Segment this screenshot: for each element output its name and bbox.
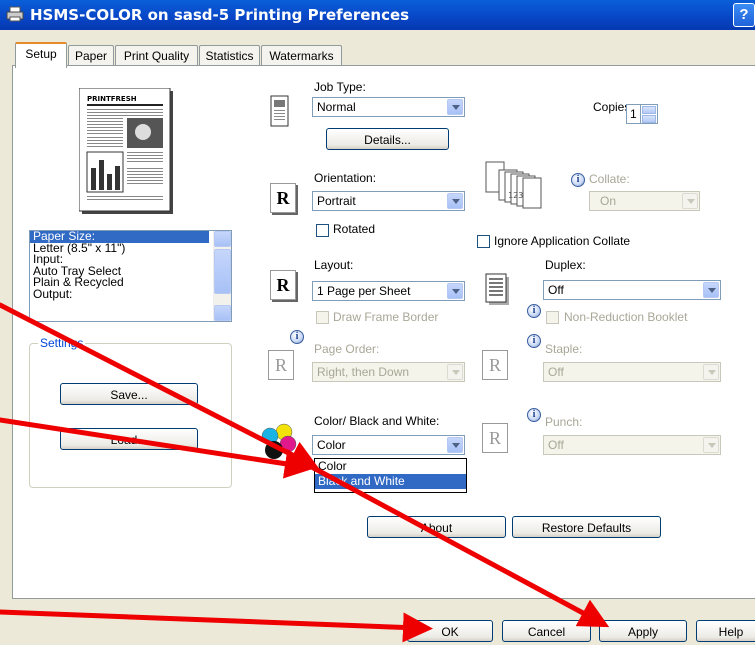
- collate-info-icon[interactable]: i: [571, 173, 585, 187]
- list-item[interactable]: Output:: [30, 288, 231, 301]
- booklet-label: Non-Reduction Booklet: [564, 310, 688, 324]
- help-button[interactable]: Help: [696, 620, 755, 642]
- color-mode-label: Color/ Black and White:: [314, 414, 440, 428]
- chevron-down-icon[interactable]: [703, 364, 719, 380]
- duplex-value: Off: [548, 283, 564, 297]
- job-type-icon: [270, 95, 289, 127]
- collate-value: On: [600, 194, 617, 208]
- color-icon: [261, 423, 297, 459]
- spin-down-icon[interactable]: [642, 115, 656, 123]
- orientation-value: Portrait: [317, 194, 356, 208]
- settings-group-label: Settings: [38, 336, 86, 350]
- chevron-down-icon[interactable]: [447, 99, 463, 115]
- settings-summary-list[interactable]: Paper Size: Letter (8.5" x 11") Input: A…: [29, 230, 232, 322]
- load-button[interactable]: Load...: [60, 428, 198, 450]
- ok-button[interactable]: OK: [407, 620, 493, 642]
- staple-info-icon[interactable]: i: [527, 334, 541, 348]
- job-type-label: Job Type:: [314, 80, 366, 94]
- duplex-label: Duplex:: [545, 258, 586, 272]
- copies-value: 1: [630, 107, 637, 121]
- staple-value: Off: [548, 365, 564, 379]
- orientation-label: Orientation:: [314, 171, 377, 185]
- draw-frame-label: Draw Frame Border: [333, 310, 439, 324]
- title-help-button[interactable]: ?: [733, 3, 755, 27]
- cancel-button[interactable]: Cancel: [502, 620, 591, 642]
- tab-statistics[interactable]: Statistics: [199, 45, 260, 66]
- about-button[interactable]: About: [367, 516, 506, 538]
- staple-label: Staple:: [545, 342, 583, 356]
- chevron-down-icon[interactable]: [447, 193, 463, 209]
- chevron-down-icon[interactable]: [447, 364, 463, 380]
- color-mode-value: Color: [317, 438, 346, 452]
- punch-select[interactable]: Off: [543, 435, 721, 455]
- punch-info-icon[interactable]: i: [527, 408, 541, 422]
- ignore-collate-checkbox[interactable]: [477, 235, 490, 248]
- chevron-down-icon[interactable]: [682, 193, 698, 209]
- booklet-checkbox[interactable]: [546, 311, 559, 324]
- printer-icon: [6, 6, 24, 22]
- list-scrollbar[interactable]: [213, 231, 231, 321]
- spin-up-icon[interactable]: [642, 106, 656, 114]
- scroll-up-button[interactable]: [214, 231, 231, 247]
- arrow-to-ok-button: [0, 609, 433, 643]
- duplex-select[interactable]: Off: [543, 280, 721, 300]
- settings-group: Settings: [29, 336, 232, 488]
- details-button[interactable]: Details...: [326, 128, 449, 150]
- job-type-value: Normal: [317, 100, 356, 114]
- layout-label: Layout:: [314, 258, 354, 272]
- tab-paper[interactable]: Paper: [68, 45, 114, 66]
- collate-stack-digits: 123: [508, 191, 523, 200]
- page-preview-image: PRINTFRESH: [79, 88, 173, 214]
- window-title: HSMS-COLOR on sasd-5 Printing Preference…: [30, 6, 410, 24]
- job-type-select[interactable]: Normal: [312, 97, 465, 117]
- tab-print-quality[interactable]: Print Quality: [115, 45, 198, 66]
- staple-select[interactable]: Off: [543, 362, 721, 382]
- tab-watermarks[interactable]: Watermarks: [261, 45, 342, 66]
- save-button[interactable]: Save...: [60, 383, 198, 405]
- page-order-select[interactable]: Right, then Down: [312, 362, 465, 382]
- staple-icon: R: [482, 350, 508, 380]
- duplex-icon: [485, 273, 509, 305]
- punch-label: Punch:: [545, 415, 583, 429]
- scroll-thumb[interactable]: [214, 249, 231, 294]
- tab-setup[interactable]: Setup: [15, 42, 67, 68]
- draw-frame-checkbox[interactable]: [316, 311, 329, 324]
- rotated-checkbox[interactable]: [316, 224, 329, 237]
- collate-stack-icon: 123: [485, 161, 542, 209]
- copies-spinner[interactable]: [640, 104, 658, 124]
- ignore-collate-label: Ignore Application Collate: [494, 234, 631, 248]
- page-order-value: Right, then Down: [317, 365, 410, 379]
- page-order-icon: R: [268, 350, 294, 380]
- punch-icon: R: [482, 423, 508, 453]
- layout-icon: R: [270, 270, 296, 300]
- collate-label: Collate:: [589, 172, 630, 186]
- chevron-down-icon[interactable]: [703, 282, 719, 298]
- preview-masthead: PRINTFRESH: [87, 95, 137, 103]
- color-option[interactable]: Color: [315, 459, 466, 474]
- color-mode-dropdown[interactable]: Color Black and White: [314, 458, 467, 493]
- chevron-down-icon[interactable]: [703, 437, 719, 453]
- black-and-white-option[interactable]: Black and White: [315, 474, 466, 489]
- scroll-down-button[interactable]: [214, 305, 231, 321]
- title-bar: HSMS-COLOR on sasd-5 Printing Preference…: [0, 0, 755, 30]
- apply-button[interactable]: Apply: [599, 620, 687, 642]
- layout-select[interactable]: 1 Page per Sheet: [312, 281, 465, 301]
- collate-select[interactable]: On: [589, 191, 700, 211]
- orientation-icon: R: [270, 183, 296, 213]
- punch-value: Off: [548, 438, 564, 452]
- booklet-info-icon[interactable]: i: [527, 304, 541, 318]
- page-order-info-icon[interactable]: i: [290, 330, 304, 344]
- color-mode-select[interactable]: Color: [312, 435, 465, 455]
- layout-value: 1 Page per Sheet: [317, 284, 411, 298]
- chevron-down-icon[interactable]: [447, 437, 463, 453]
- chevron-down-icon[interactable]: [447, 283, 463, 299]
- rotated-label: Rotated: [333, 222, 376, 236]
- orientation-select[interactable]: Portrait: [312, 191, 465, 211]
- restore-defaults-button[interactable]: Restore Defaults: [512, 516, 661, 538]
- page-order-label: Page Order:: [314, 342, 380, 356]
